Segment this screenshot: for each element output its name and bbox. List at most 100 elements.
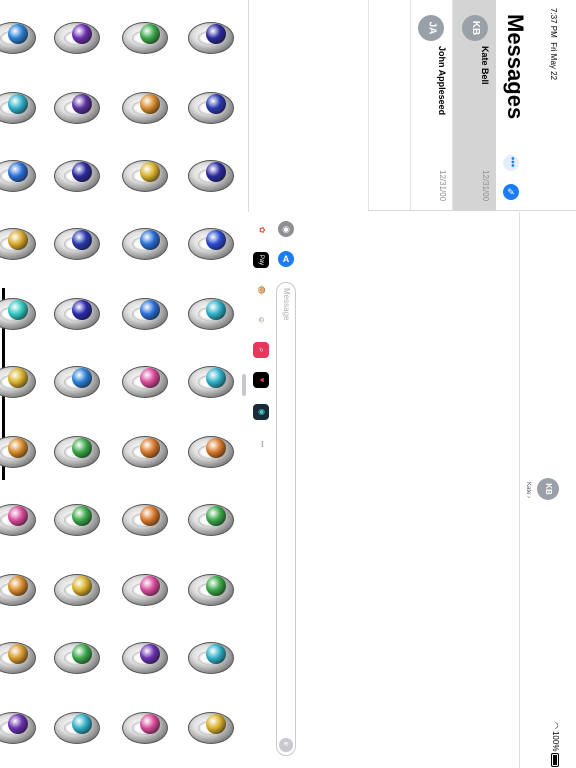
digital-touch-icon[interactable]: ♥ xyxy=(253,372,269,388)
ring-sticker[interactable] xyxy=(118,222,172,266)
ring-sticker[interactable] xyxy=(0,430,40,474)
ring-sticker[interactable] xyxy=(0,16,40,60)
ring-sticker[interactable] xyxy=(0,86,40,130)
ring-sticker[interactable] xyxy=(118,154,172,198)
message-input[interactable] xyxy=(276,282,296,756)
animoji-icon[interactable]: 🐵 xyxy=(253,282,269,298)
ring-sticker[interactable] xyxy=(50,292,104,336)
gem-icon xyxy=(140,300,160,320)
ring-sticker[interactable] xyxy=(184,16,238,60)
gem-icon xyxy=(72,368,92,388)
ellipsis-icon: ••• xyxy=(505,156,517,168)
ring-sticker[interactable] xyxy=(50,16,104,60)
ring-sticker[interactable] xyxy=(50,568,104,612)
ring-sticker[interactable] xyxy=(0,498,40,542)
camera-icon: ◉ xyxy=(282,224,290,234)
ring-sticker[interactable] xyxy=(50,154,104,198)
gem-icon xyxy=(72,230,92,250)
camera-button[interactable]: ◉ xyxy=(278,221,294,237)
conversation-date: 12/31/00 xyxy=(438,170,447,202)
ring-sticker[interactable] xyxy=(184,154,238,198)
ring-sticker[interactable] xyxy=(184,430,238,474)
contact-avatar[interactable]: KB xyxy=(537,478,559,500)
conversation-name[interactable]: John Appleseed xyxy=(437,46,447,115)
gem-icon xyxy=(72,576,92,596)
gem-icon xyxy=(140,714,160,734)
apple-pay-icon[interactable]: Pay xyxy=(253,252,269,268)
ring-sticker[interactable] xyxy=(118,498,172,542)
more-apps-icon[interactable]: ••• xyxy=(253,436,269,452)
ring-sticker[interactable] xyxy=(184,222,238,266)
gem-icon xyxy=(72,162,92,182)
ring-sticker[interactable] xyxy=(50,222,104,266)
gem-icon xyxy=(8,438,28,458)
gem-icon xyxy=(206,368,226,388)
ring-sticker[interactable] xyxy=(0,568,40,612)
app-glyph: ◉ xyxy=(256,408,266,416)
ring-sticker[interactable] xyxy=(118,292,172,336)
compose-button[interactable]: ✎ xyxy=(503,184,519,200)
compose-icon: ✎ xyxy=(507,187,515,197)
ring-sticker[interactable] xyxy=(118,360,172,404)
gem-icon xyxy=(72,94,92,114)
gem-icon xyxy=(140,162,160,182)
battery-percent: 100% xyxy=(551,730,560,752)
audio-message-button[interactable]: ≋ xyxy=(279,738,293,752)
drawer-scroll-indicator[interactable] xyxy=(242,374,246,396)
photos-app-icon[interactable]: ✿ xyxy=(253,222,269,238)
ring-sticker[interactable] xyxy=(118,568,172,612)
ring-sticker[interactable] xyxy=(118,706,172,750)
ring-sticker[interactable] xyxy=(50,430,104,474)
gem-icon xyxy=(72,300,92,320)
ring-sticker[interactable] xyxy=(184,568,238,612)
app-store-button[interactable]: A xyxy=(278,251,294,267)
ring-sticker[interactable] xyxy=(0,222,40,266)
gem-icon xyxy=(206,576,226,596)
ring-sticker[interactable] xyxy=(50,498,104,542)
web-images-search-icon[interactable]: ⌕ xyxy=(253,342,269,358)
ring-sticker[interactable] xyxy=(184,292,238,336)
ring-sticker[interactable] xyxy=(184,706,238,750)
ring-sticker[interactable] xyxy=(184,636,238,680)
sticker-app-icon[interactable]: ◉ xyxy=(253,404,269,420)
gem-icon xyxy=(206,162,226,182)
gem-icon xyxy=(72,506,92,526)
gem-icon xyxy=(8,576,28,596)
ring-sticker[interactable] xyxy=(50,706,104,750)
ring-sticker[interactable] xyxy=(184,360,238,404)
ring-sticker[interactable] xyxy=(50,360,104,404)
ring-sticker[interactable] xyxy=(0,292,40,336)
app-glyph: ✿ xyxy=(256,226,266,234)
ring-sticker[interactable] xyxy=(118,636,172,680)
ring-sticker[interactable] xyxy=(184,498,238,542)
ring-sticker[interactable] xyxy=(0,706,40,750)
contact-name[interactable]: Kate › xyxy=(525,482,531,498)
ring-sticker[interactable] xyxy=(50,636,104,680)
ring-sticker[interactable] xyxy=(0,636,40,680)
ring-sticker[interactable] xyxy=(50,86,104,130)
gem-icon xyxy=(206,438,226,458)
ring-sticker[interactable] xyxy=(0,154,40,198)
gem-icon xyxy=(206,714,226,734)
ring-sticker[interactable] xyxy=(118,16,172,60)
gem-icon xyxy=(8,162,28,182)
memoji-icon[interactable]: ☺ xyxy=(253,312,269,328)
conversation-pane xyxy=(296,212,576,768)
ring-sticker[interactable] xyxy=(184,86,238,130)
ring-sticker[interactable] xyxy=(0,360,40,404)
app-glyph: 🐵 xyxy=(257,285,266,295)
status-time-text: 7:37 PM xyxy=(549,8,558,38)
gem-icon xyxy=(206,644,226,664)
list-bottom-divider xyxy=(368,210,576,211)
status-time: 7:37 PM Fri May 22 xyxy=(546,8,558,80)
app-glyph: ♥ xyxy=(257,377,266,383)
gem-icon xyxy=(72,644,92,664)
battery-icon xyxy=(551,753,560,768)
message-placeholder: Message xyxy=(282,288,291,321)
gem-icon xyxy=(140,94,160,114)
ring-sticker[interactable] xyxy=(118,430,172,474)
more-options-button[interactable]: ••• xyxy=(503,155,519,171)
conversation-header-divider xyxy=(519,212,520,768)
ring-sticker[interactable] xyxy=(118,86,172,130)
row-divider xyxy=(410,0,411,210)
